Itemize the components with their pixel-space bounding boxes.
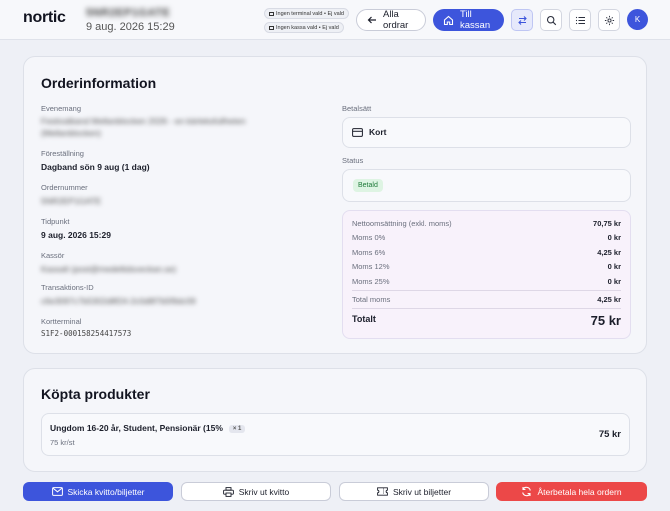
order-information-card: Orderinformation Evenemang Festivalband …: [23, 56, 647, 354]
transaction-value: c6e3097c7b5302d8f24-2c0d8f7b5f9dc09: [41, 296, 196, 306]
card-terminal-icon: [269, 11, 274, 16]
transaction-label: Transaktions-ID: [41, 283, 94, 292]
time-label: Tidpunkt: [41, 217, 70, 226]
search-button[interactable]: [540, 9, 562, 31]
performance-value: Dagband sön 9 aug (1 dag): [41, 162, 150, 172]
vat-0-row: Moms 0% 0 kr: [352, 233, 621, 242]
ordernumber-label: Ordernummer: [41, 183, 88, 192]
event-value: Festivalband Mellanblocken 2026 - en kär…: [41, 116, 246, 138]
summary-divider: [352, 308, 621, 309]
print-receipt-button[interactable]: Skriv ut kvitto: [181, 482, 331, 501]
ordernumber-value: 5NR2EP1GATE: [41, 196, 102, 206]
payment-method-box: Kort: [342, 117, 631, 148]
cashier-label: Kassör: [41, 251, 65, 260]
settings-button[interactable]: [598, 9, 620, 31]
order-summary: Nettoomsättning (exkl. moms) 70,75 kr Mo…: [342, 210, 631, 339]
send-receipt-button[interactable]: Skicka kvitto/biljetter: [23, 482, 173, 501]
event-label: Evenemang: [41, 104, 82, 113]
product-row: Ungdom 16-20 år, Student, Pensionär (15%…: [41, 413, 630, 456]
total-vat-row: Total moms 4,25 kr: [352, 295, 621, 304]
top-bar: nortic 5NR2EP1GATE 9 aug. 2026 15:29 Ing…: [0, 0, 670, 40]
vat-6-row: Moms 6% 4,25 kr: [352, 248, 621, 257]
register-icon: [269, 25, 274, 30]
home-icon: [443, 15, 454, 26]
printer-icon: [222, 486, 234, 497]
swap-arrows-icon: [517, 15, 528, 26]
payment-method-label: Betalsätt: [342, 104, 372, 113]
total-row: Totalt 75 kr: [352, 313, 621, 328]
credit-card-icon: [352, 128, 363, 137]
purchased-products-card: Köpta produkter Ungdom 16-20 år, Student…: [23, 368, 647, 472]
menu-list-button[interactable]: [569, 9, 591, 31]
search-icon: [546, 15, 557, 26]
performance-label: Föreställning: [41, 149, 84, 158]
gear-icon: [604, 15, 615, 26]
status-badge: Betald: [353, 179, 383, 192]
header-order-id: 5NR2EP1GATE: [86, 7, 171, 19]
all-orders-button[interactable]: Alla ordrar: [356, 9, 426, 31]
register-status-chip[interactable]: Ingen kassa vald • Ej vald: [264, 22, 344, 33]
net-revenue-row: Nettoomsättning (exkl. moms) 70,75 kr: [352, 219, 621, 228]
status-box: Betald: [342, 169, 631, 202]
header-order-date: 9 aug. 2026 15:29: [86, 21, 175, 33]
nortic-logo[interactable]: nortic: [23, 9, 66, 27]
status-label: Status: [342, 156, 364, 165]
order-information-title: Orderinformation: [41, 75, 157, 91]
card-terminal-label: Kortterminal: [41, 317, 82, 326]
payment-method-value: Kort: [369, 127, 387, 137]
vat-12-row: Moms 12% 0 kr: [352, 262, 621, 271]
product-unit-price: 75 kr/st: [50, 438, 75, 447]
ticket-icon: [377, 487, 388, 496]
refresh-icon: [521, 486, 532, 497]
cashier-value: Kassalt (post@medeltidsveckan.se): [41, 264, 177, 274]
terminal-status-chip[interactable]: Ingen terminal vald • Ej vald: [264, 8, 349, 19]
product-quantity: × 1: [228, 425, 246, 433]
refund-order-button[interactable]: Återbetala hela ordern: [496, 482, 647, 501]
product-name: Ungdom 16-20 år, Student, Pensionär (15%…: [50, 423, 246, 433]
checkout-button[interactable]: Till kassan: [433, 9, 504, 31]
print-tickets-button[interactable]: Skriv ut biljetter: [339, 482, 489, 501]
arrow-left-icon: [367, 15, 377, 25]
user-avatar[interactable]: K: [627, 9, 648, 30]
switch-button[interactable]: [511, 9, 533, 31]
time-value: 9 aug. 2026 15:29: [41, 230, 111, 240]
list-icon: [575, 15, 586, 26]
vat-25-row: Moms 25% 0 kr: [352, 277, 621, 286]
summary-divider: [352, 290, 621, 291]
purchased-products-title: Köpta produkter: [41, 386, 150, 402]
envelope-icon: [51, 487, 63, 496]
product-total: 75 kr: [598, 429, 621, 440]
card-terminal-value: S1F2-000158254417573: [41, 329, 132, 338]
